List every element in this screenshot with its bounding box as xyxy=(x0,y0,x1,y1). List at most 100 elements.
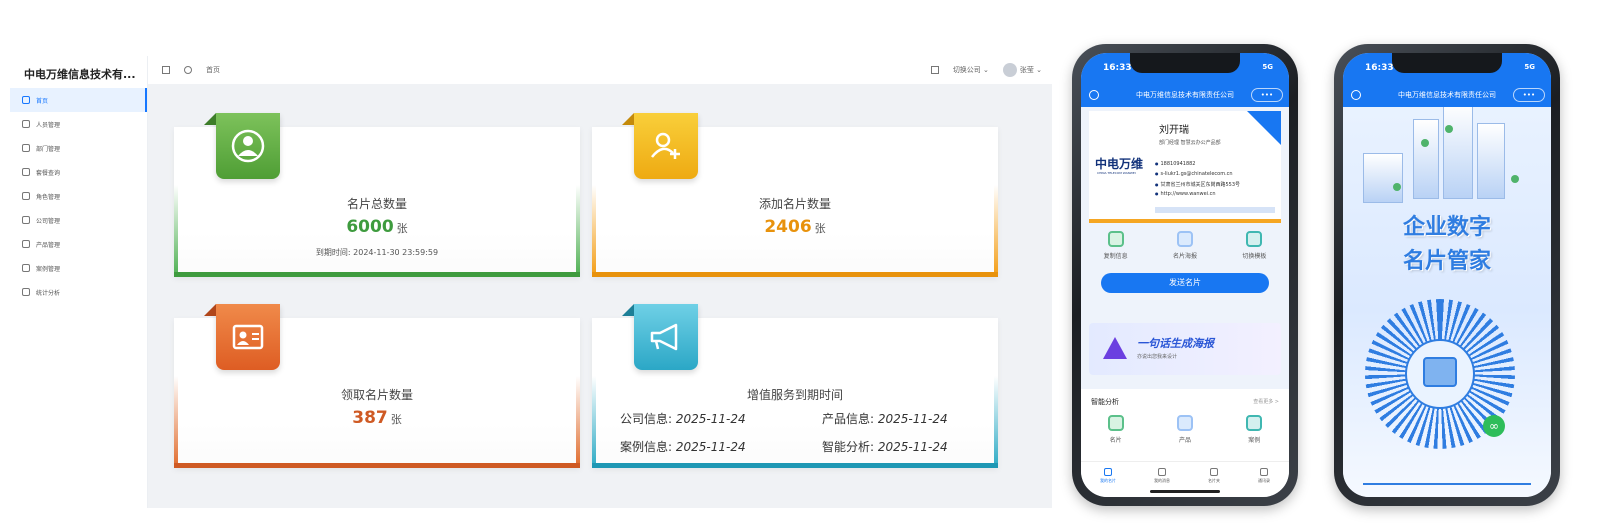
fullscreen-icon[interactable] xyxy=(930,66,939,74)
capsule-menu-button[interactable]: ••• xyxy=(1513,88,1545,102)
refresh-icon[interactable] xyxy=(184,66,192,74)
sidebar-item-plan[interactable]: 套餐查询 xyxy=(10,160,147,184)
add-user-icon xyxy=(651,132,680,159)
capsule-menu-button[interactable]: ••• xyxy=(1251,88,1283,102)
dashboard-content: 名片总数量 6000 张 到期时间: 2024-11-30 23:59:59 添加… xyxy=(148,84,1052,508)
badge xyxy=(622,113,698,179)
sidebar: 中电万维信息技术有... 首页 人员管理 部门管理 套餐查询 角色管理 公司管理… xyxy=(10,56,148,508)
home-icon[interactable] xyxy=(1351,90,1361,100)
card-title: 增值服务到期时间 xyxy=(746,388,843,402)
card-actions: 复制信息 名片海报 切换模板 xyxy=(1081,231,1289,263)
contacts-icon xyxy=(1260,468,1268,476)
card-total-count: 名片总数量 6000 张 到期时间: 2024-11-30 23:59:59 xyxy=(174,113,580,277)
mini-program-icon: ∞ xyxy=(1483,415,1505,437)
poster-icon xyxy=(1176,231,1193,247)
phone-screen: 16:33 5G 中电万维信息技术有限责任公司 ••• 刘开瑞 部门经理 智慧云… xyxy=(1081,53,1289,497)
product-icon xyxy=(1176,415,1193,431)
collapse-menu-icon[interactable] xyxy=(162,66,170,74)
phone-promo-poster: 16:33 5G 中电万维信息技术有限责任公司 ••• 企业数字 名片管家 ∞ xyxy=(1334,44,1560,506)
sidebar-item-case[interactable]: 案例管理 xyxy=(10,256,147,280)
person-name: 刘开瑞 xyxy=(1159,125,1189,136)
view-more-link[interactable]: 查看更多 > xyxy=(1253,398,1279,405)
card-value: 2406 张 xyxy=(764,217,826,237)
product-info-expiry: 产品信息: 2025-11-24 xyxy=(822,412,948,426)
slogan-line1: 企业数字 xyxy=(1402,214,1491,240)
home-icon xyxy=(22,96,30,104)
sidebar-item-home[interactable]: 首页 xyxy=(10,88,147,112)
smart-analysis-section: 智能分析 查看更多 > 名片 产品 案例 xyxy=(1081,389,1289,461)
company-logo-sub: CHINA TELECOM WANWEI xyxy=(1097,171,1136,175)
department-icon xyxy=(22,144,30,152)
analysis-case[interactable]: 案例 xyxy=(1246,415,1263,444)
stats-icon xyxy=(22,288,30,296)
sidebar-item-company[interactable]: 公司管理 xyxy=(10,208,147,232)
phone-business-card: 16:33 5G 中电万维信息技术有限责任公司 ••• 刘开瑞 部门经理 智慧云… xyxy=(1072,44,1298,506)
user-icon xyxy=(1104,468,1112,476)
admin-window: 中电万维信息技术有... 首页 人员管理 部门管理 套餐查询 角色管理 公司管理… xyxy=(10,56,1052,508)
home-icon[interactable] xyxy=(1089,90,1099,100)
building-illustration xyxy=(1477,123,1505,199)
analysis-product[interactable]: 产品 xyxy=(1176,415,1193,444)
switch-template-button[interactable]: 切换模板 xyxy=(1242,231,1266,263)
building-illustration xyxy=(1443,103,1473,199)
person-card-icon xyxy=(231,129,265,163)
brand-title: 中电万维信息技术有... xyxy=(24,68,136,81)
badge xyxy=(204,304,280,370)
switch-company-dropdown[interactable]: 切换公司 ⌄ xyxy=(953,65,989,75)
case-icon xyxy=(22,264,30,272)
person-role: 部门经理 智慧云办公产品部 xyxy=(1159,140,1221,146)
company-icon xyxy=(22,216,30,224)
sidebar-item-product[interactable]: 产品管理 xyxy=(10,232,147,256)
signal-indicator: 5G xyxy=(1262,63,1273,71)
ai-poster-banner[interactable]: 一句话生成海报 亦说出您我来设计 xyxy=(1089,323,1281,375)
address: 甘肃省兰州市城关区东岗西路553号 xyxy=(1155,181,1241,188)
case-icon xyxy=(1246,415,1263,431)
poster-button[interactable]: 名片海报 xyxy=(1173,231,1197,263)
copy-info-button[interactable]: 复制信息 xyxy=(1104,231,1128,263)
send-card-button[interactable]: 发送名片 xyxy=(1101,273,1269,293)
topbar: 首页 切换公司 ⌄ 张莹 ⌄ xyxy=(148,56,1052,84)
tab-contacts[interactable]: 通讯录 xyxy=(1258,468,1270,497)
role-icon xyxy=(22,192,30,200)
id-card-icon xyxy=(1423,357,1457,387)
ai-analysis-expiry: 智能分析: 2025-11-24 xyxy=(822,440,948,454)
email: s-liukr1.gs@chinatelecom.cn xyxy=(1155,171,1233,177)
message-icon xyxy=(1158,468,1166,476)
building-illustration xyxy=(1363,153,1403,203)
topbar-right: 切换公司 ⌄ 张莹 ⌄ xyxy=(930,63,1052,77)
phone-screen: 16:33 5G 中电万维信息技术有限责任公司 ••• 企业数字 名片管家 ∞ xyxy=(1343,53,1551,497)
sidebar-menu: 首页 人员管理 部门管理 套餐查询 角色管理 公司管理 产品管理 案例管理 统计… xyxy=(10,88,147,304)
sidebar-item-department[interactable]: 部门管理 xyxy=(10,136,147,160)
card-service-expiry: 增值服务到期时间 公司信息: 2025-11-24 产品信息: 2025-11-… xyxy=(592,304,998,468)
sidebar-item-staff[interactable]: 人员管理 xyxy=(10,112,147,136)
card-icon xyxy=(1107,415,1124,431)
message-icon xyxy=(22,168,30,176)
building-illustration xyxy=(1413,119,1439,199)
card-added-count: 添加名片数量 2406 张 xyxy=(592,113,998,277)
product-icon xyxy=(22,240,30,248)
signal-indicator: 5G xyxy=(1524,63,1535,71)
breadcrumb: 首页 xyxy=(206,66,220,74)
card-title: 名片总数量 xyxy=(346,197,407,211)
card-value: 387 张 xyxy=(352,408,402,428)
folder-icon xyxy=(1210,468,1218,476)
badge xyxy=(622,304,698,370)
user-menu[interactable]: 张莹 ⌄ xyxy=(1002,63,1042,77)
avatar xyxy=(1002,63,1017,77)
card-value: 6000 张 xyxy=(346,217,408,237)
template-icon xyxy=(1246,231,1263,247)
megaphone-icon xyxy=(650,323,678,351)
sidebar-item-role[interactable]: 角色管理 xyxy=(10,184,147,208)
analysis-card[interactable]: 名片 xyxy=(1107,415,1124,444)
card-title: 添加名片数量 xyxy=(758,197,831,211)
screenshot: 中电万维信息技术有... 首页 人员管理 部门管理 套餐查询 角色管理 公司管理… xyxy=(0,0,1609,532)
case-info-expiry: 案例信息: 2025-11-24 xyxy=(620,440,746,454)
business-card[interactable]: 刘开瑞 部门经理 智慧云办公产品部 中电万维 CHINA TELECOM WAN… xyxy=(1089,111,1281,223)
mini-program-navbar: 中电万维信息技术有限责任公司 ••• xyxy=(1081,83,1289,107)
sidebar-item-stats[interactable]: 统计分析 xyxy=(10,280,147,304)
copy-icon xyxy=(1107,231,1124,247)
id-card-icon xyxy=(232,324,264,350)
tab-my-card[interactable]: 我的名片 xyxy=(1100,468,1116,497)
website: http://www.wanwei.cn xyxy=(1155,191,1216,197)
slogan-line2: 名片管家 xyxy=(1402,248,1491,274)
